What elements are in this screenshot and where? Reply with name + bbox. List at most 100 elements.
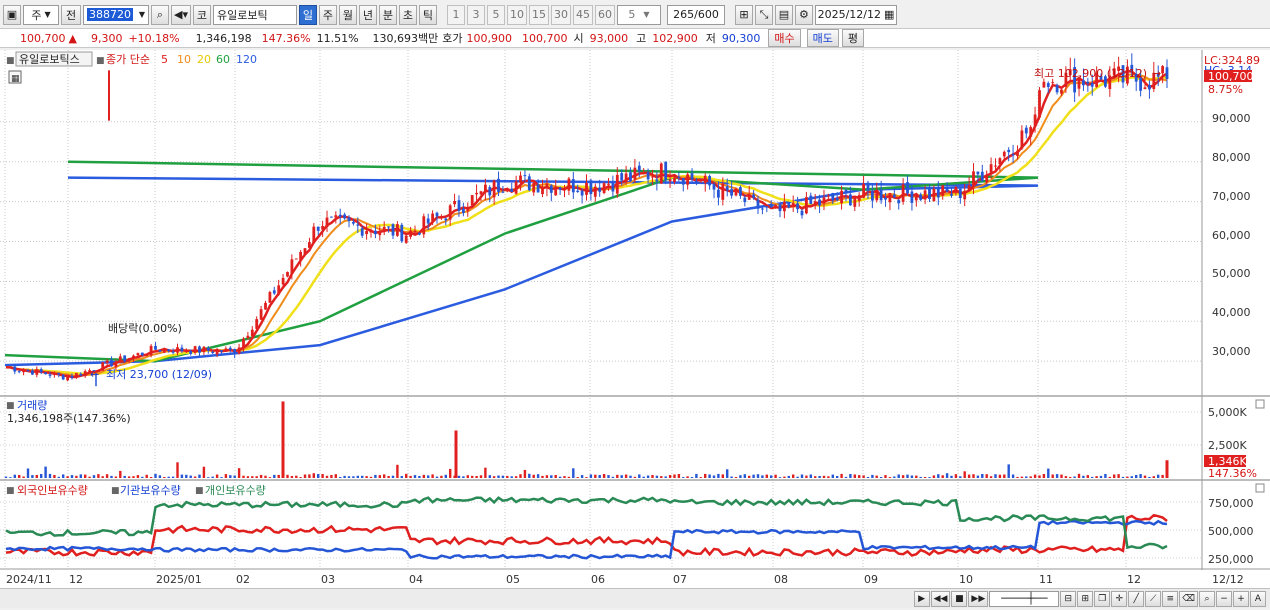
volume-bar [1051,474,1054,478]
candle-body [571,179,575,193]
interval-1[interactable]: 1 [446,4,465,25]
volume-bar [730,476,733,478]
market-select[interactable]: 주 ▼ [23,4,59,25]
interval-3[interactable]: 3 [466,4,485,25]
tab-year[interactable]: 년 [358,4,377,25]
volume-bar [167,476,170,478]
balance-button[interactable]: 평 [841,29,865,47]
candle-body [1086,81,1090,84]
zoom-slider[interactable]: ────┼── [989,590,1060,607]
panel-close-icon[interactable] [1255,483,1265,493]
tab-week[interactable]: 주 [318,4,337,25]
volume-bar [1038,475,1041,478]
chart-area[interactable]: ■ 유일로보틱스 ■ 종가 단순 5 10 20 60 120 ▦ 최고 102… [0,50,1270,590]
volume-bar [132,476,135,478]
candle-body [664,161,668,180]
save-icon[interactable]: ▤ [774,4,793,25]
zoom-out-icon[interactable]: − [1216,590,1232,607]
sell-button[interactable]: 매도 [806,29,839,47]
toolbar: ▣ 주 ▼ 전 388720 ▼ ⌕ ◀▾ 코 유일로보틱 일 주 월 년 분 초 … [0,2,1270,27]
candle-body [545,183,549,189]
fast-forward-icon[interactable]: ▶▶ [968,590,989,607]
volume-bar [602,474,606,478]
interval-select[interactable]: 5 ▼ [616,4,661,25]
magnifier-icon[interactable]: ⌕ [1199,590,1215,607]
erase-icon[interactable]: ⌫ [1179,590,1198,607]
draw-tool-icon[interactable]: ⤡ [754,4,773,25]
zoom-in-icon[interactable]: + [1233,590,1249,607]
ko-tag[interactable]: 코 [192,4,211,25]
fib-tool-icon[interactable]: ≡ [1162,590,1179,607]
interval-60[interactable]: 60 [594,4,615,25]
crosshair-icon[interactable]: ✛ [1111,590,1128,607]
stock-code-input[interactable]: 388720 ▼ [83,4,149,25]
candle-body [1143,87,1147,90]
interval-10[interactable]: 10 [506,4,527,25]
copy-icon[interactable]: ❐ [1094,590,1111,607]
panel-close-icon[interactable] [1255,399,1265,409]
volume-bar [224,474,228,478]
volume-bar [831,474,834,478]
buy-button[interactable]: 매수 [768,29,801,47]
tab-second[interactable]: 초 [398,4,417,25]
date-input[interactable]: 2025/12/12 ▦ [814,4,897,25]
interval-30[interactable]: 30 [550,4,571,25]
layout-icon[interactable]: ⊞ [1077,590,1094,607]
candle-body [365,231,368,235]
line-tool-icon[interactable]: ╱ [1128,590,1145,607]
interval-45[interactable]: 45 [572,4,593,25]
volume-bar [97,474,100,478]
tab-month[interactable]: 월 [338,4,357,25]
time-axis-label: 09 [864,573,878,586]
volume-bar [879,477,883,478]
volume-bar [1086,475,1089,478]
interval-5[interactable]: 5 [486,4,505,25]
stock-code-value: 388720 [87,8,133,21]
trend-tool-icon[interactable]: ⟋ [1145,590,1162,607]
interval-15[interactable]: 15 [528,4,549,25]
volume-bar [101,476,104,478]
period-mode-button[interactable]: 전 [61,4,81,25]
candle-body [576,190,580,192]
candle-body [211,351,215,353]
compare-icon[interactable]: ⊞ [734,4,753,25]
candle-body [849,194,852,206]
candle-body [242,338,245,349]
tab-day[interactable]: 일 [298,4,317,25]
candle-body [585,182,588,195]
volume-bar [765,474,768,478]
high-label: 고 [636,32,647,45]
candle-body [79,373,83,376]
split-icon[interactable]: ⊟ [1060,590,1077,607]
tab-tick[interactable]: 틱 [418,4,437,25]
volume-bar [413,475,417,478]
volume-bar [981,474,984,478]
font-size-icon[interactable]: A [1250,590,1266,607]
range-input[interactable]: 265/600 [666,4,725,25]
stock-name-field[interactable]: 유일로보틱 [212,4,297,25]
stop-icon[interactable]: ■ [951,590,968,607]
candle-body [589,180,593,194]
prev-stock-icon[interactable]: ◀▾ [171,4,191,25]
gear-icon[interactable]: ⚙ [794,4,813,25]
holder-tick: 750,000 [1208,497,1254,510]
search-icon[interactable]: ⌕ [151,4,169,25]
candle-body [334,215,338,218]
volume-bar [145,474,148,478]
play-icon[interactable]: ▶ [913,590,930,607]
rewind-icon[interactable]: ◀◀ [930,590,951,607]
volume-bar [44,466,47,478]
volume-bar [383,474,386,478]
candle-body [1055,85,1059,93]
calendar-icon[interactable]: ▦ [884,8,894,21]
volume-bar [523,469,527,478]
candle-body [435,212,439,217]
tab-minute[interactable]: 분 [378,4,397,25]
window-menu-icon[interactable]: ▣ [3,4,21,25]
volume-bar [686,476,689,478]
candle-body [620,173,624,181]
volume-bar [273,474,276,478]
candle-body [791,202,795,206]
candle-body [136,353,140,356]
volume-bar [536,474,540,478]
